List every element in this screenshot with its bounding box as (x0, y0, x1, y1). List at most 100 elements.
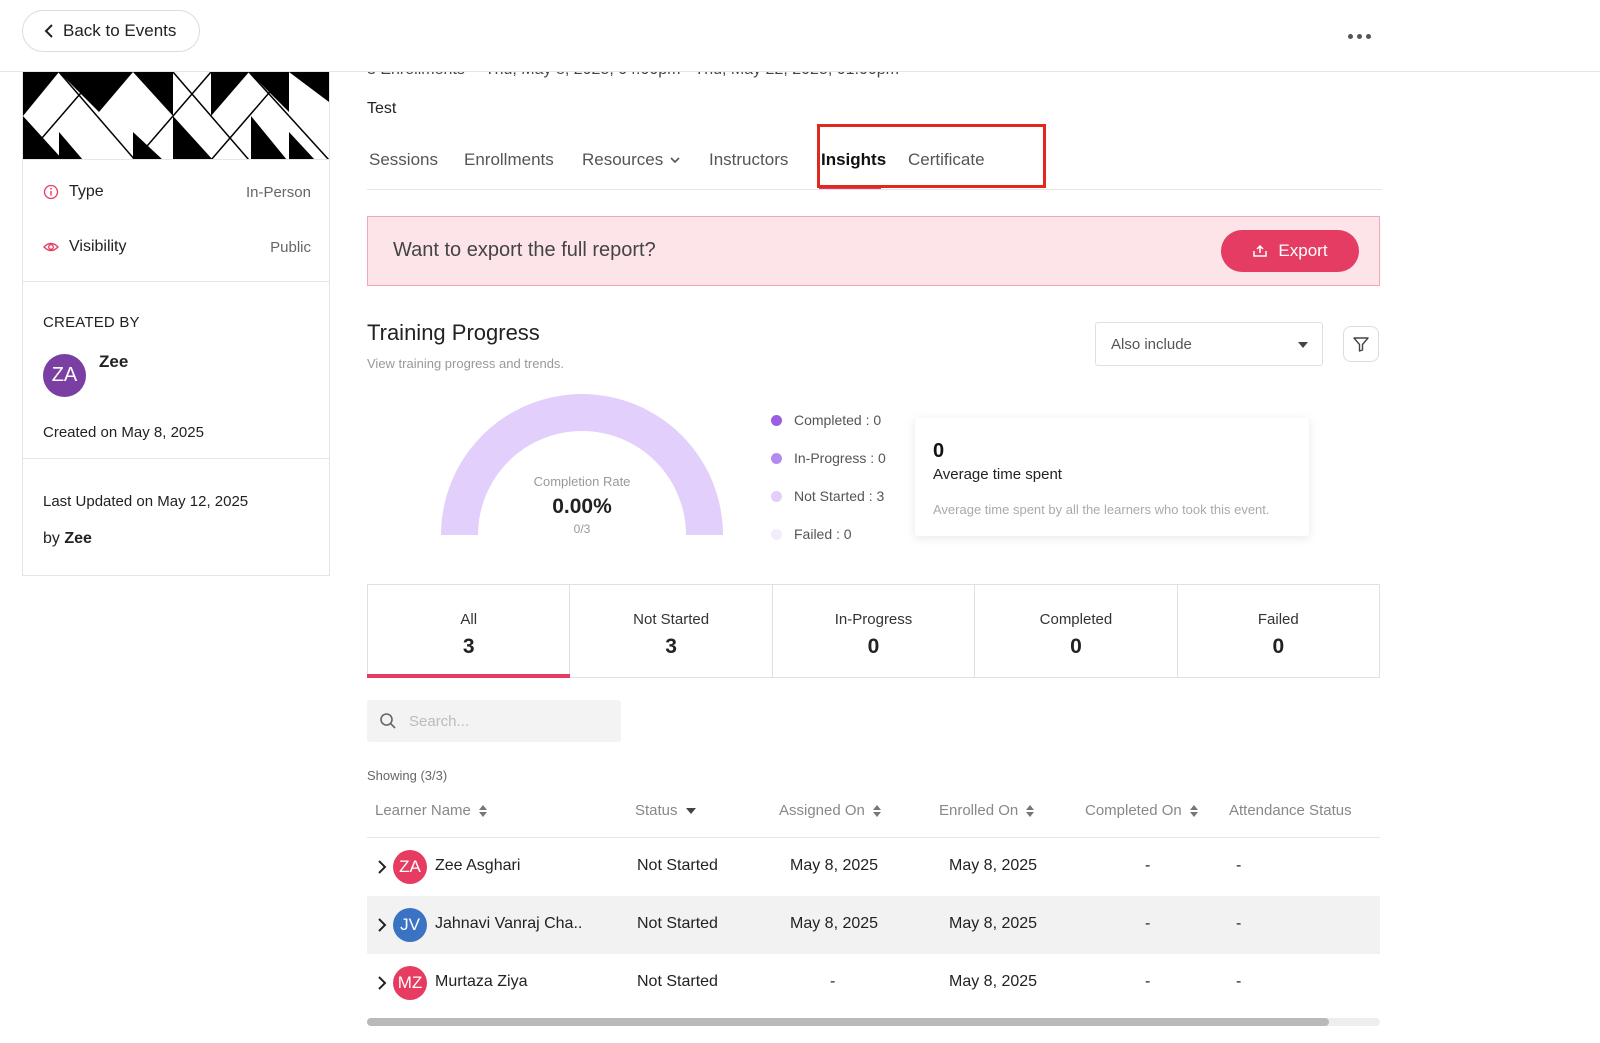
eye-icon (43, 242, 59, 252)
more-dots-icon (1347, 33, 1353, 39)
legend-dot (771, 452, 782, 464)
status-card-value: 3 (665, 635, 677, 658)
visibility-value: Public (270, 238, 311, 256)
column-header-status[interactable]: Status (635, 802, 696, 819)
visibility-label: Visibility (69, 238, 127, 255)
status-card-all[interactable]: All 3 (366, 585, 571, 678)
chevron-down-icon (670, 157, 680, 164)
updated-by-prefix: by (43, 530, 60, 547)
column-header-enrolled-on[interactable]: Enrolled On (939, 802, 1035, 819)
event-description: Test (367, 100, 397, 117)
assigned-on: May 8, 2025 (790, 915, 879, 932)
sort-icon (1189, 804, 1198, 817)
column-label: Attendance Status (1229, 802, 1352, 819)
column-header-assigned-on[interactable]: Assigned On (779, 802, 881, 819)
learner-name: Jahnavi Vanraj Cha.. (435, 915, 583, 932)
tab-resources[interactable]: Resources (582, 146, 681, 174)
average-time-label: Average time spent (933, 466, 1062, 483)
filter-button[interactable] (1343, 326, 1379, 362)
learner-avatar: MZ (393, 966, 427, 1000)
table-row[interactable]: ZA Zee Asghari Not Started May 8, 2025 M… (367, 838, 1380, 896)
tab-enrollments[interactable]: Enrollments (464, 146, 554, 174)
status-card-in-progress[interactable]: In-Progress 0 (773, 585, 976, 677)
learner-status: Not Started (637, 973, 718, 990)
enrolled-on: May 8, 2025 (949, 857, 1038, 874)
scrollbar-thumb[interactable] (367, 1018, 1329, 1026)
table-row[interactable]: JV Jahnavi Vanraj Cha.. Not Started May … (367, 896, 1380, 954)
divider (23, 458, 329, 459)
status-card-failed[interactable]: Failed 0 (1178, 585, 1379, 677)
legend-failed: Failed : 0 (771, 524, 911, 544)
table-header: Learner Name Status Assigned On Enrolled… (367, 800, 1380, 838)
back-to-events-button[interactable]: Back to Events (22, 10, 200, 52)
tab-instructors[interactable]: Instructors (709, 146, 788, 174)
column-label: Enrolled On (939, 802, 1019, 819)
divider (23, 281, 329, 282)
column-header-learner-name[interactable]: Learner Name (375, 802, 487, 819)
sort-icon (478, 804, 487, 817)
showing-count: Showing (3/3) (367, 768, 448, 783)
filter-icon (1353, 337, 1369, 352)
legend-in-progress: In-Progress : 0 (771, 448, 911, 468)
more-options-button[interactable] (1344, 26, 1374, 46)
completed-on: - (1145, 857, 1151, 874)
enrolled-on: May 8, 2025 (949, 915, 1038, 932)
updated-by-text: by Zee (43, 530, 92, 548)
legend-completed: Completed : 0 (771, 410, 911, 430)
legend-label: Completed : 0 (794, 412, 882, 428)
sort-icon (1026, 804, 1035, 817)
export-button-label: Export (1278, 241, 1328, 260)
back-button-label: Back to Events (63, 21, 177, 40)
horizontal-scrollbar[interactable] (367, 1018, 1380, 1026)
legend-dot (771, 490, 782, 502)
legend-label: Not Started : 3 (794, 488, 885, 504)
more-dot (1365, 33, 1371, 39)
caret-down-icon (1298, 342, 1308, 348)
learner-avatar: ZA (393, 850, 427, 884)
status-filter-cards: All 3 Not Started 3 In-Progress 0 Comple… (366, 584, 1380, 678)
assigned-on: May 8, 2025 (790, 857, 879, 874)
learner-status: Not Started (637, 857, 718, 874)
completion-rate-value: 0.00% (552, 495, 612, 518)
status-card-not-started[interactable]: Not Started 3 (570, 585, 773, 677)
more-dot (1356, 33, 1362, 39)
status-card-value: 3 (462, 635, 475, 658)
status-card-label: Completed (1039, 611, 1113, 628)
main-content: 3 Enrollments Thu, May 8, 2025, 04:00pm … (366, 0, 1382, 1043)
expand-row-icon[interactable] (377, 975, 387, 991)
attendance-status: - (1236, 915, 1242, 932)
expand-row-icon[interactable] (377, 917, 387, 933)
completed-on: - (1145, 973, 1151, 990)
top-bar: Back to Events (0, 0, 1600, 72)
column-header-completed-on[interactable]: Completed On (1085, 802, 1198, 819)
learner-search (367, 700, 621, 742)
status-card-value: 0 (1272, 635, 1285, 658)
table-row[interactable]: MZ Murtaza Ziya Not Started - May 8, 202… (367, 954, 1380, 1012)
tab-sessions[interactable]: Sessions (369, 146, 438, 174)
type-label: Type (69, 183, 104, 200)
sort-icon (872, 804, 881, 817)
event-cover-image (23, 72, 329, 160)
training-progress-title: Training Progress (367, 320, 540, 345)
legend-dot (771, 528, 782, 540)
export-button[interactable]: Export (1221, 230, 1359, 272)
status-card-value: 0 (1070, 635, 1082, 658)
also-include-select[interactable]: Also include (1095, 322, 1323, 366)
completion-rate-label: Completion Rate (533, 474, 631, 489)
expand-row-icon[interactable] (377, 859, 387, 875)
status-card-label: Not Started (633, 611, 710, 628)
status-card-completed[interactable]: Completed 0 (975, 585, 1178, 677)
legend-not-started: Not Started : 3 (771, 486, 911, 506)
column-header-attendance-status: Attendance Status (1229, 802, 1352, 819)
type-value: In-Person (245, 183, 311, 201)
info-icon (43, 184, 59, 200)
completion-fraction: 0/3 (573, 522, 591, 536)
assigned-on: - (830, 973, 836, 990)
type-row: Type In-Person (43, 180, 311, 204)
tab-resources-label: Resources (582, 150, 664, 169)
export-banner: Want to export the full report? Export (367, 216, 1380, 286)
search-input[interactable] (409, 712, 609, 730)
creator-avatar: ZA (43, 354, 86, 397)
export-icon (1253, 244, 1268, 257)
legend-label: Failed : 0 (794, 526, 852, 542)
